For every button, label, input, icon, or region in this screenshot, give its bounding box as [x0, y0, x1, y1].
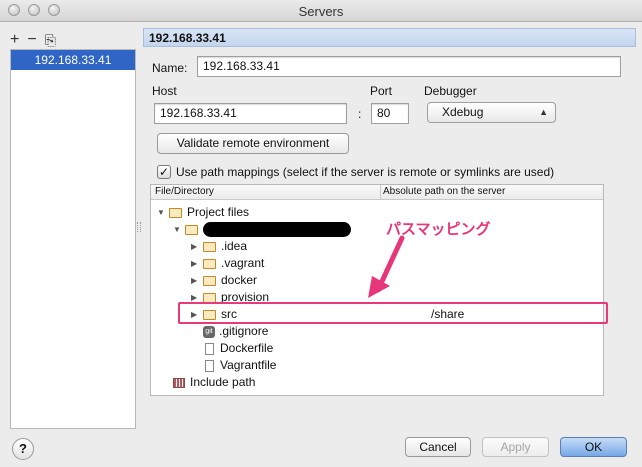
folder-icon: [203, 241, 216, 252]
folder-icon: [203, 275, 216, 286]
collapsed-triangle-icon[interactable]: ▶: [191, 272, 203, 289]
tree-row-dockerfile[interactable]: Dockerfile: [203, 340, 273, 357]
tree-label: docker: [221, 273, 258, 287]
expanded-triangle-icon[interactable]: ▼: [173, 221, 185, 238]
collapsed-triangle-icon[interactable]: ▶: [191, 255, 203, 272]
tree-row-idea[interactable]: ▶ .idea: [191, 238, 247, 255]
name-label: Name:: [152, 61, 188, 75]
port-field[interactable]: 80: [371, 103, 409, 124]
port-separator: :: [358, 107, 362, 121]
collapsed-triangle-icon[interactable]: ▶: [191, 238, 203, 255]
tree-row-project-files[interactable]: ▼ Project files: [157, 204, 249, 221]
ok-button[interactable]: OK: [560, 437, 627, 457]
expanded-triangle-icon[interactable]: ▼: [157, 204, 169, 221]
tree-label: Dockerfile: [220, 341, 274, 355]
add-server-icon[interactable]: +: [10, 32, 19, 48]
text-file-icon: [205, 342, 214, 355]
tree-row-vagrantfile[interactable]: Vagrantfile: [203, 357, 276, 374]
name-field[interactable]: 192.168.33.41: [197, 56, 621, 77]
tree-row-gitignore[interactable]: git .gitignore: [203, 323, 268, 340]
library-icon: [173, 377, 185, 388]
folder-icon: [169, 207, 182, 218]
folder-icon: [203, 292, 216, 303]
tree-label: .gitignore: [219, 324, 269, 338]
debugger-label: Debugger: [424, 84, 477, 98]
tree-row-redacted-root[interactable]: ▼: [173, 221, 351, 238]
cancel-button[interactable]: Cancel: [405, 437, 471, 457]
server-header-title: 192.168.33.41: [143, 28, 636, 47]
title-bar: Servers: [0, 0, 642, 22]
tree-label: Include path: [190, 375, 256, 389]
apply-button[interactable]: Apply: [482, 437, 549, 457]
port-label: Port: [370, 84, 393, 98]
pane-splitter-handle[interactable]: [137, 222, 141, 232]
host-label: Host: [152, 84, 177, 98]
column-header-file[interactable]: File/Directory: [155, 186, 214, 197]
servers-dialog: Servers + − ⎘ 192.168.33.41 192.168.33.4…: [0, 0, 642, 467]
tree-row-include-path[interactable]: Include path: [173, 374, 255, 391]
window-title: Servers: [298, 4, 344, 19]
validate-remote-environment-button[interactable]: Validate remote environment: [157, 133, 349, 154]
server-list: 192.168.33.41: [10, 49, 136, 429]
host-field[interactable]: 192.168.33.41: [154, 103, 347, 124]
remove-server-icon[interactable]: −: [27, 32, 36, 48]
column-separator[interactable]: [380, 185, 381, 200]
table-header: File/Directory Absolute path on the serv…: [151, 185, 603, 200]
help-button[interactable]: ?: [12, 438, 34, 460]
tree-row-vagrant[interactable]: ▶ .vagrant: [191, 255, 264, 272]
copy-server-icon[interactable]: ⎘: [45, 32, 56, 48]
debugger-select[interactable]: Xdebug ▲: [427, 102, 556, 123]
tree-label: .vagrant: [221, 256, 265, 270]
folder-icon: [203, 258, 216, 269]
redacted-path: [203, 222, 351, 237]
tree-label: Project files: [187, 205, 250, 219]
server-list-toolbar: + − ⎘: [10, 30, 56, 50]
annotation-arrow-icon: [368, 235, 405, 298]
debugger-select-value: Xdebug: [442, 105, 484, 119]
text-file-icon: [205, 359, 214, 372]
server-list-item-selected[interactable]: 192.168.33.41: [11, 50, 135, 70]
folder-icon: [185, 224, 198, 235]
tree-label: Vagrantfile: [220, 358, 277, 372]
tree-label: .idea: [221, 239, 248, 253]
git-file-icon: git: [203, 325, 215, 338]
tree-row-docker[interactable]: ▶ docker: [191, 272, 257, 289]
use-path-mappings-checkbox[interactable]: ✓: [157, 165, 171, 179]
use-path-mappings-label: Use path mappings (select if the server …: [176, 165, 555, 179]
updown-arrows-icon: ▲: [539, 107, 548, 117]
column-header-path[interactable]: Absolute path on the server: [383, 186, 505, 197]
mapping-highlight-box: [178, 302, 608, 324]
